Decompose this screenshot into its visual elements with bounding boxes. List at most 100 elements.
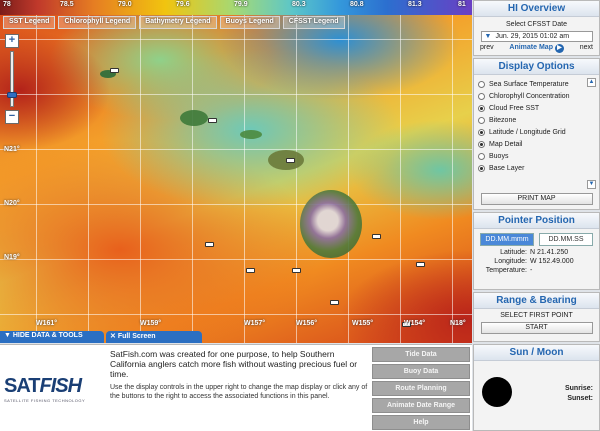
scroll-down-icon[interactable]: ▼ [587, 180, 596, 189]
scroll-up-icon[interactable]: ▲ [587, 78, 596, 87]
scale-tick: 80.3 [292, 1, 306, 8]
date-select-value: Jun. 29, 2015 01:02 am [495, 33, 570, 40]
buoy-marker[interactable] [110, 68, 119, 73]
description: SatFish.com was created for one purpose,… [110, 349, 368, 401]
buoy-marker[interactable] [292, 268, 301, 273]
overview-panel: HI Overview Select CFSST Date ▼ Jun. 29,… [473, 0, 600, 56]
chevron-down-icon: ▼ [484, 33, 492, 40]
latitude-label: Latitude: [500, 249, 527, 256]
zoom-slider-handle[interactable] [7, 92, 17, 98]
sun-moon-title: Sun / Moon [474, 345, 599, 361]
option-sst[interactable]: Sea Surface Temperature [478, 78, 595, 90]
range-bearing-title: Range & Bearing [474, 293, 599, 309]
display-options-panel: Display Options Sea Surface Temperature … [473, 58, 600, 210]
radio-checked-icon [478, 164, 485, 172]
latitude-row: Latitude: N 21.41.250 [474, 248, 599, 257]
radio-icon [478, 152, 485, 160]
zoom-control: + − [5, 34, 19, 128]
start-button[interactable]: START [480, 322, 593, 334]
option-label: Sea Surface Temperature [489, 80, 569, 88]
cfsst-legend-tab[interactable]: CFSST Legend [282, 16, 345, 29]
option-buoys[interactable]: Buoys [478, 150, 595, 162]
format-dd-mm-ss-button[interactable]: DD.MM.SS [539, 233, 593, 246]
description-help: Use the display controls in the upper ri… [110, 384, 368, 400]
buoy-marker[interactable] [372, 234, 381, 239]
buoy-data-button[interactable]: Buoy Data [372, 364, 470, 379]
option-chlorophyll[interactable]: Chlorophyll Concentration [478, 90, 595, 102]
scale-tick: 81 [458, 1, 466, 8]
moon-phase-icon [482, 377, 512, 407]
longitude-label: W156° [296, 320, 318, 327]
zoom-in-button[interactable]: + [5, 34, 19, 48]
longitude-row: Longitude: W 152.49.000 [474, 257, 599, 266]
format-dd-mm-mmm-button[interactable]: DD.MM.mmm [480, 233, 534, 246]
bathymetry-legend-tab[interactable]: Bathymetry Legend [139, 16, 217, 29]
buoy-marker[interactable] [246, 268, 255, 273]
zoom-out-button[interactable]: − [5, 110, 19, 124]
description-main: SatFish.com was created for one purpose,… [110, 349, 358, 379]
scale-tick: 81.3 [408, 1, 422, 8]
scale-tick: 79.0 [118, 1, 132, 8]
buoy-marker[interactable] [330, 300, 339, 305]
tide-data-button[interactable]: Tide Data [372, 347, 470, 362]
pointer-position-panel: Pointer Position DD.MM.mmm DD.MM.SS Lati… [473, 212, 600, 290]
island-hawaii-big-island [300, 190, 362, 258]
option-bitezone[interactable]: Bitezone [478, 114, 595, 126]
longitude-label: W159° [140, 320, 162, 327]
buoy-marker[interactable] [286, 158, 295, 163]
option-label: Latitude / Longitude Grid [489, 128, 566, 136]
longitude-label: W157° [244, 320, 266, 327]
date-nav: prev Animate Map ▶ next [474, 42, 599, 53]
display-options-list: Sea Surface Temperature Chlorophyll Conc… [474, 75, 599, 191]
sunrise-label: Sunrise: [564, 385, 593, 392]
longitude-label: W161° [36, 320, 58, 327]
option-base-layer[interactable]: Base Layer [478, 162, 595, 174]
chlorophyll-legend-tab[interactable]: Chlorophyll Legend [58, 16, 137, 29]
temperature-label: Temperature: [485, 267, 527, 274]
island-oahu [180, 110, 208, 126]
route-planning-button[interactable]: Route Planning [372, 381, 470, 396]
zoom-slider[interactable] [7, 51, 17, 107]
map-footer: ▼ HIDE DATA & TOOLS ✕ Full Screen [0, 331, 472, 343]
scale-tick: 80.8 [350, 1, 364, 8]
option-cloud-free-sst[interactable]: Cloud Free SST [478, 102, 595, 114]
latitude-value: N 21.41.250 [530, 249, 569, 256]
animate-date-range-button[interactable]: Animate Date Range [372, 398, 470, 413]
longitude-label: W155° [352, 320, 374, 327]
sun-moon-body: Sunrise: Sunset: [474, 361, 599, 431]
sst-legend-tab[interactable]: SST Legend [3, 16, 56, 29]
date-select[interactable]: ▼ Jun. 29, 2015 01:02 am [480, 31, 593, 42]
print-map-button[interactable]: PRINT MAP [480, 193, 593, 205]
scale-tick: 78.5 [60, 1, 74, 8]
latitude-label: N20° [4, 200, 20, 207]
buoy-marker[interactable] [208, 118, 217, 123]
longitude-label: Longitude: [494, 258, 527, 265]
buoys-legend-tab[interactable]: Buoys Legend [219, 16, 280, 29]
option-lat-lon-grid[interactable]: Latitude / Longitude Grid [478, 126, 595, 138]
prev-date-link[interactable]: prev [480, 44, 494, 53]
lat-lon-grid [0, 0, 472, 343]
scale-tick: 78 [3, 1, 11, 8]
buoy-marker[interactable] [205, 242, 214, 247]
radio-checked-icon [478, 140, 485, 148]
close-icon: ✕ [110, 333, 118, 340]
overview-title: HI Overview [474, 1, 599, 17]
radio-icon [478, 116, 485, 124]
chevron-down-icon: ▼ [4, 332, 13, 339]
map-canvas[interactable]: 78 78.5 79.0 79.6 79.9 80.3 80.8 81.3 81… [0, 0, 472, 343]
select-date-label: Select CFSST Date [506, 21, 567, 28]
hide-data-tools-tab[interactable]: ▼ HIDE DATA & TOOLS [0, 331, 104, 343]
option-label: Cloud Free SST [489, 104, 540, 112]
latitude-label: N19° [4, 254, 20, 261]
legend-toolbar: SST Legend Chlorophyll Legend Bathymetry… [0, 16, 472, 30]
animate-map-button[interactable]: Animate Map ▶ [509, 44, 564, 53]
option-map-detail[interactable]: Map Detail [478, 138, 595, 150]
next-date-link[interactable]: next [580, 44, 593, 53]
option-label: Chlorophyll Concentration [489, 92, 570, 100]
help-button[interactable]: Help [372, 415, 470, 430]
sun-moon-panel: Sun / Moon Sunrise: Sunset: [473, 344, 600, 431]
display-options-title: Display Options [474, 59, 599, 75]
buoy-marker[interactable] [416, 262, 425, 267]
full-screen-tab[interactable]: ✕ Full Screen [106, 331, 202, 343]
latitude-label: N21° [4, 146, 20, 153]
